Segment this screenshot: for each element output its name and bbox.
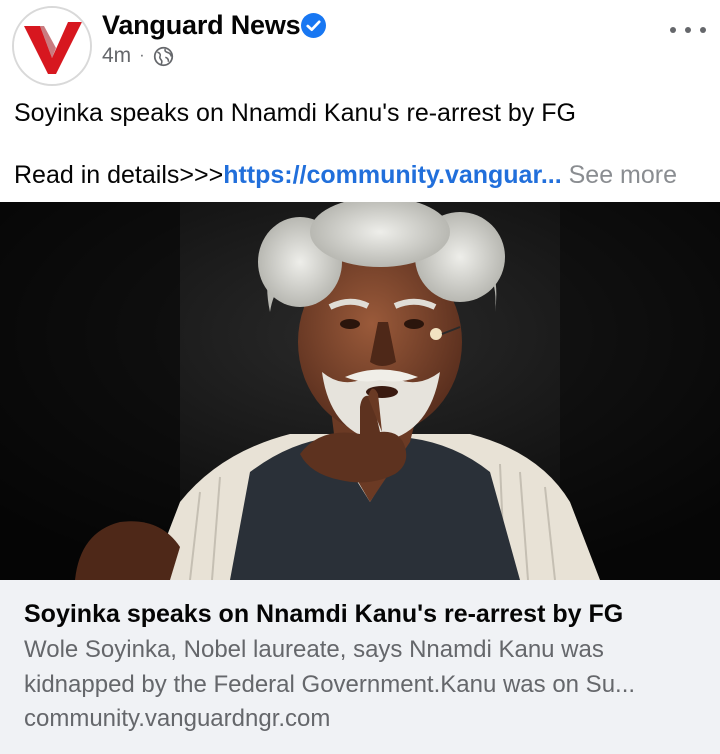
description-line: Wole Soyinka, Nobel laureate, says Nnamd… <box>24 636 604 663</box>
post-headline: Soyinka speaks on Nnamdi Kanu's re-arres… <box>14 99 576 127</box>
link-preview-card[interactable]: Soyinka speaks on Nnamdi Kanu's re-arres… <box>0 580 720 754</box>
post-meta: 4m · <box>102 44 174 68</box>
link-preview-description: Wole Soyinka, Nobel laureate, says Nnamd… <box>24 632 696 702</box>
globe-icon[interactable] <box>153 46 174 67</box>
post-photo[interactable] <box>0 202 720 580</box>
see-more-link[interactable]: See more <box>569 161 677 189</box>
post-read-line: Read in details>>>https://community.vang… <box>14 160 714 190</box>
more-dot <box>670 27 676 33</box>
post-time[interactable]: 4m <box>102 44 131 68</box>
verified-badge-icon <box>301 13 326 38</box>
read-prefix: Read in details>>> <box>14 161 224 189</box>
more-dots-icon[interactable] <box>670 18 706 42</box>
link-preview-domain: community.vanguardngr.com <box>24 705 331 732</box>
page-avatar[interactable] <box>12 6 92 86</box>
post-link[interactable]: https://community.vanguar... <box>223 161 561 189</box>
page-name[interactable]: Vanguard News <box>102 10 301 41</box>
man-pointing-photo <box>0 202 720 580</box>
vanguard-logo-icon <box>14 8 90 84</box>
link-preview-title[interactable]: Soyinka speaks on Nnamdi Kanu's re-arres… <box>24 598 696 630</box>
description-line: kidnapped by the Federal Government.Kanu… <box>24 671 636 698</box>
post-header: Vanguard News 4m · <box>0 0 720 90</box>
meta-separator: · <box>139 47 145 64</box>
more-dot <box>700 27 706 33</box>
more-dot <box>685 27 691 33</box>
